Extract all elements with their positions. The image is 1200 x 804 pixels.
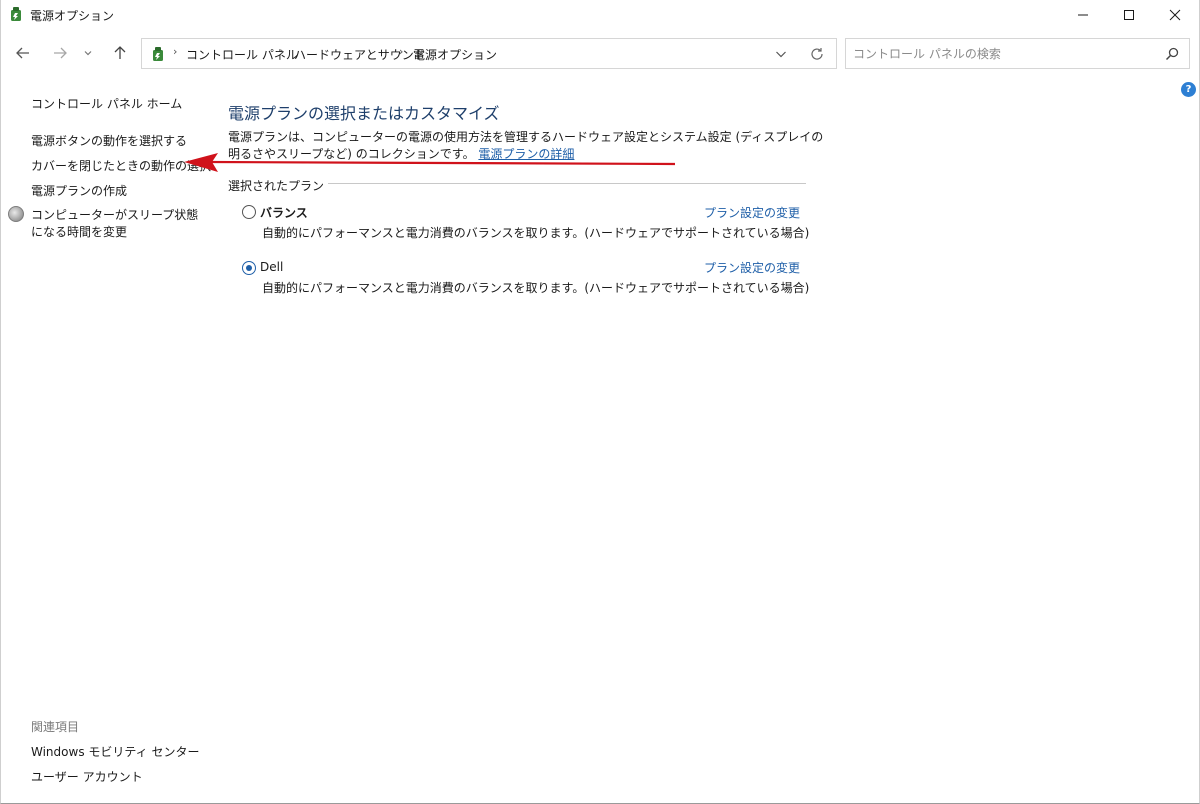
related-header: 関連項目 [31,720,80,734]
selected-plans-label: 選択されたプラン [228,177,329,194]
recent-locations-button[interactable] [78,40,98,66]
maximize-button[interactable] [1106,0,1152,30]
power-options-icon [11,7,21,21]
change-plan-settings-link-balanced[interactable]: プラン設定の変更 [704,204,800,221]
plan-radio-balanced[interactable] [242,205,256,219]
related-item-mobility-center[interactable]: Windows モビリティ センター [31,743,199,760]
navigation-bar: › コントロール パネル › ハードウェアとサウンド › 電源オプション [0,30,1200,76]
address-bar[interactable]: › コントロール パネル › ハードウェアとサウンド › 電源オプション [141,38,837,69]
group-divider [315,183,806,184]
title-bar: 電源オプション [0,0,1200,30]
related-item-user-accounts[interactable]: ユーザー アカウント [31,768,143,785]
arrow-left-icon [16,47,29,59]
plan-name-balanced[interactable]: バランス [260,204,308,221]
sidebar-item-power-button[interactable]: 電源ボタンの動作を選択する [31,132,187,149]
control-panel-icon [153,47,163,61]
window-border [0,0,1200,804]
chevron-down-icon [776,51,786,58]
annotation-arrow-shaft [209,160,676,166]
help-icon[interactable]: ? [1181,82,1196,97]
refresh-button[interactable] [808,45,826,63]
sidebar-item-create-plan[interactable]: 電源プランの作成 [31,182,127,199]
search-box[interactable] [845,38,1190,69]
minimize-icon [1078,14,1088,16]
page-title: 電源プランの選択またはカスタマイズ [228,104,500,123]
search-icon[interactable] [1164,46,1180,62]
maximize-icon [1124,10,1134,20]
change-plan-settings-link-dell[interactable]: プラン設定の変更 [704,259,800,276]
up-button[interactable] [107,40,133,66]
sidebar-item-sleep-time[interactable]: コンピューターがスリープ状態になる時間を変更 [31,207,206,241]
close-icon [1169,9,1181,21]
back-button[interactable] [10,40,36,66]
arrow-up-icon [114,46,126,59]
minimize-button[interactable] [1060,0,1106,30]
plan-name-dell[interactable]: Dell [260,260,283,274]
plan-description-balanced: 自動的にパフォーマンスと電力消費のバランスを取ります。(ハードウェアでサポートさ… [262,226,810,240]
plan-radio-dell[interactable] [242,261,256,275]
annotation-arrow [184,153,676,172]
arrow-right-icon [54,47,67,59]
plan-description-dell: 自動的にパフォーマンスと電力消費のバランスを取ります。(ハードウェアでサポートさ… [262,281,810,295]
breadcrumb-separator: › [280,45,285,58]
search-input[interactable] [853,45,1153,63]
address-dropdown-button[interactable] [772,45,790,63]
breadcrumb-hardware-sound[interactable]: ハードウェアとサウンド [294,46,426,63]
breadcrumb-separator: › [173,45,178,58]
forward-button[interactable] [47,40,73,66]
breadcrumb-separator: › [399,45,404,58]
chevron-down-icon [84,51,92,56]
window-title: 電源オプション [30,9,115,23]
refresh-icon [811,48,823,60]
close-button[interactable] [1152,0,1198,30]
moon-icon [8,206,24,222]
breadcrumb-power-options[interactable]: 電源オプション [413,46,497,63]
sidebar-item-home[interactable]: コントロール パネル ホーム [31,95,182,112]
